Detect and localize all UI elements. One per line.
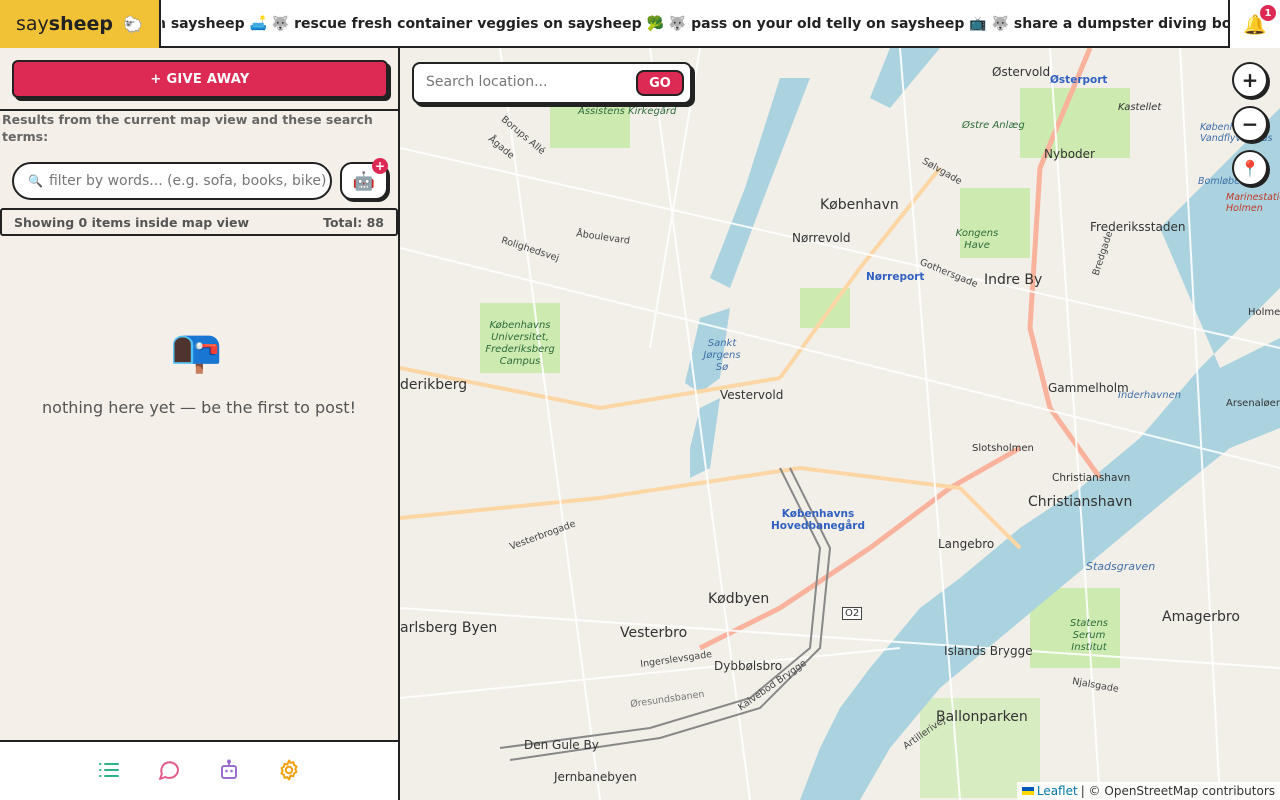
map-label: Jernbanebyen <box>554 770 637 784</box>
map-label: Den Gule By <box>524 738 599 752</box>
ukraine-flag-icon <box>1021 787 1034 795</box>
map-label: Nyboder <box>1044 147 1095 161</box>
give-away-button[interactable]: + GIVE AWAY <box>12 60 388 98</box>
empty-state-text: nothing here yet — be the first to post! <box>42 398 356 417</box>
location-search: Search location... GO <box>412 62 692 104</box>
robot-assistant-button[interactable]: 🤖 + <box>340 158 388 200</box>
ticker-text: n saysheep 🛋️ 🐺 rescue fresh container v… <box>162 16 1228 32</box>
chat-icon[interactable] <box>157 758 181 782</box>
locate-button[interactable]: 📍 <box>1232 150 1268 186</box>
map-pin-icon: 📍 <box>1240 158 1260 178</box>
list-icon[interactable] <box>97 758 121 782</box>
map-label: Nørrevold <box>792 231 851 245</box>
map-label: Inderhavnen <box>1118 390 1182 401</box>
map-label: Gammelholm <box>1048 381 1129 395</box>
map[interactable]: København Nørrevold Nørreport Indre By F… <box>400 48 1280 800</box>
zoom-in-button[interactable]: + <box>1232 62 1268 98</box>
map-label: O2 <box>842 607 863 620</box>
map-label: Kastellet <box>1118 102 1162 113</box>
map-label: derikberg <box>400 377 468 393</box>
brand-prefix: say <box>16 13 49 35</box>
map-label: Kongens Have <box>955 228 999 251</box>
map-label: Slotsholmen <box>972 443 1034 454</box>
map-label: Amagerbro <box>1162 609 1240 625</box>
results-status-bar: Showing 0 items inside map view Total: 8… <box>0 208 398 236</box>
robot-icon: 🤖 <box>352 170 376 192</box>
map-label: Østerport <box>1050 74 1108 86</box>
map-label: Langebro <box>938 537 995 551</box>
map-label: Christianshavn <box>1028 494 1133 510</box>
map-label: Assistens Kirkegård <box>578 106 677 117</box>
filter-placeholder: filter by words... (e.g. sofa, books, bi… <box>48 173 327 189</box>
map-label: Vesterbro <box>620 625 688 641</box>
map-label: Arsenaløen <box>1226 398 1280 409</box>
map-label: Østervold <box>992 65 1051 79</box>
notification-badge: 1 <box>1260 5 1276 21</box>
map-label: Indre By <box>984 272 1043 288</box>
map-label: Ballonparken <box>936 709 1028 725</box>
map-label: Marinestation Holmen <box>1226 192 1280 214</box>
map-label: Christianshavn <box>1052 472 1131 484</box>
leaflet-link[interactable]: Leaflet <box>1037 784 1078 798</box>
top-bar: saysheep 🐑 n saysheep 🛋️ 🐺 rescue fresh … <box>0 0 1280 48</box>
sidebar: + GIVE AWAY Results from the current map… <box>0 48 400 800</box>
osm-attribution: | © OpenStreetMap contributors <box>1080 784 1275 798</box>
map-label: København <box>820 197 899 213</box>
map-label: Københavns Universitet, Frederiksberg Ca… <box>485 320 555 367</box>
map-label: arlsberg Byen <box>400 620 498 636</box>
gear-icon[interactable] <box>277 758 301 782</box>
map-attribution: Leaflet | © OpenStreetMap contributors <box>1016 782 1280 800</box>
map-label: Sankt Jørgens Sø <box>703 338 741 373</box>
map-label: Dybbølsbro <box>714 659 783 673</box>
map-label: Holme <box>1248 307 1280 318</box>
results-note: Results from the current map view and th… <box>2 112 373 144</box>
map-label: Islands Brygge <box>944 644 1033 658</box>
showing-count: Showing 0 items inside map view <box>14 214 250 230</box>
location-search-input[interactable]: Search location... <box>426 74 547 90</box>
zoom-out-button[interactable]: − <box>1232 106 1268 142</box>
map-tiles <box>400 48 1280 800</box>
map-label: Østre Anlæg <box>962 120 1025 131</box>
map-label: Københavns Hovedbanegård <box>771 508 865 532</box>
sheep-icon: 🐑 <box>123 14 143 34</box>
map-label: Stadsgraven <box>1086 560 1156 573</box>
search-icon: 🔍 <box>28 174 43 188</box>
brand-name: sheep <box>48 13 114 35</box>
bottom-nav <box>0 740 398 800</box>
map-label: Statens Serum Institut <box>1069 618 1109 653</box>
filter-input[interactable]: 🔍 filter by words... (e.g. sofa, books, … <box>12 162 332 200</box>
map-label: Vestervold <box>720 388 784 402</box>
mailbox-icon: 📭 <box>170 326 223 375</box>
robot-nav-icon[interactable] <box>217 758 241 782</box>
news-ticker: n saysheep 🛋️ 🐺 rescue fresh container v… <box>162 0 1228 48</box>
total-count: Total: 88 <box>323 214 384 230</box>
go-button[interactable]: GO <box>636 70 684 96</box>
app-logo[interactable]: say sheep 🐑 <box>0 0 161 48</box>
map-label: Nørreport <box>866 271 925 283</box>
map-label: Kødbyen <box>708 591 770 607</box>
robot-badge: + <box>372 158 388 174</box>
notifications-button[interactable]: 🔔 1 <box>1228 0 1280 48</box>
